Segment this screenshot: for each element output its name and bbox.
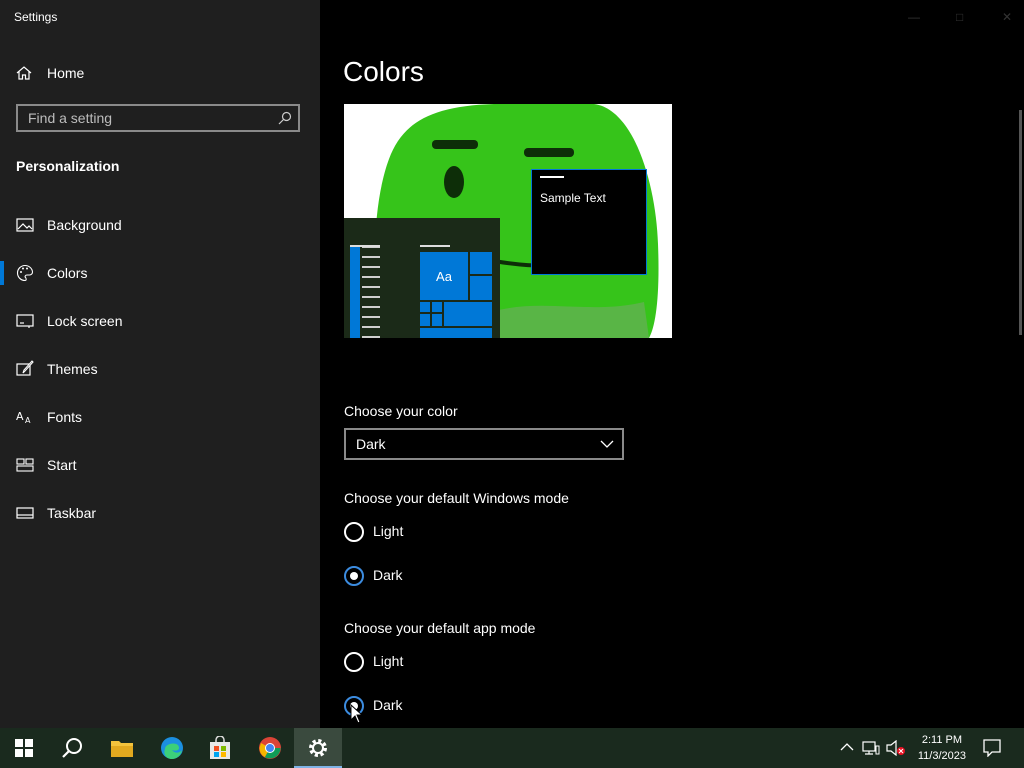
- preview-tile-text: Aa: [436, 268, 452, 284]
- color-preview: Aa Sample Text: [344, 104, 672, 338]
- chevron-down-icon: [600, 440, 614, 448]
- close-icon[interactable]: ✕: [1002, 10, 1012, 24]
- preview-tile: [420, 328, 492, 338]
- start-icon: [15, 739, 33, 757]
- main-content: — □ ✕ Colors Aa Sample Text Choose your …: [320, 0, 1024, 728]
- color-dropdown-value: Dark: [356, 436, 386, 452]
- preview-tile: [420, 314, 430, 326]
- preview-tile: [470, 276, 492, 300]
- preview-tile: [444, 302, 492, 326]
- sidebar-item-label: Start: [47, 457, 77, 473]
- preview-window-line: [540, 176, 564, 178]
- sidebar-item-colors[interactable]: Colors: [0, 255, 320, 291]
- radio-label: Dark: [373, 567, 403, 583]
- settings-window: Settings Home Personalization Background…: [0, 0, 1024, 728]
- volume-muted-icon[interactable]: [886, 740, 906, 756]
- start-button[interactable]: [0, 728, 48, 768]
- preview-sample-text: Sample Text: [540, 191, 606, 205]
- clock[interactable]: 2:11 PM 11/3/2023: [918, 732, 966, 764]
- sidebar-item-label: Taskbar: [47, 505, 97, 521]
- svg-text:A: A: [25, 416, 31, 425]
- color-dropdown[interactable]: Dark: [344, 428, 624, 460]
- sidebar-item-label: Lock screen: [47, 313, 123, 329]
- preview-tile: [420, 302, 430, 312]
- edge-icon: [161, 737, 183, 759]
- maximize-icon[interactable]: □: [956, 10, 963, 24]
- window-controls: — □ ✕: [874, 0, 1024, 32]
- home-nav[interactable]: Home: [16, 62, 84, 84]
- clock-date: 11/3/2023: [917, 750, 966, 762]
- radio-circle[interactable]: [344, 652, 364, 672]
- home-label: Home: [47, 65, 85, 81]
- sidebar-item-label: Themes: [47, 361, 98, 377]
- preview-tile: [470, 252, 492, 274]
- search-icon[interactable]: [278, 111, 292, 125]
- chrome-button[interactable]: [246, 728, 294, 768]
- chevron-up-icon[interactable]: [840, 740, 854, 754]
- preview-tile: [432, 314, 442, 326]
- sidebar-item-lock-screen[interactable]: Lock screen: [0, 303, 320, 339]
- lock-screen-icon: [16, 314, 34, 328]
- radio-label: Light: [373, 653, 404, 669]
- store-icon: [210, 736, 230, 759]
- section-title: Personalization: [16, 158, 120, 174]
- search-box[interactable]: [16, 104, 300, 132]
- palette-icon: [17, 264, 34, 282]
- search-input[interactable]: [28, 106, 268, 130]
- brush-icon: [16, 360, 34, 376]
- radio-label: Dark: [373, 697, 403, 713]
- sidebar-item-taskbar[interactable]: Taskbar: [0, 495, 320, 531]
- settings-button[interactable]: [294, 728, 342, 768]
- window-title: Settings: [14, 10, 58, 24]
- search-icon: [62, 738, 82, 758]
- mouse-cursor-icon: [350, 704, 364, 724]
- sidebar-item-label: Fonts: [47, 409, 83, 425]
- search-button[interactable]: [48, 728, 96, 768]
- scrollbar[interactable]: [1019, 110, 1022, 335]
- sidebar-item-background[interactable]: Background: [0, 207, 320, 243]
- sidebar-item-label: Colors: [47, 265, 88, 281]
- sidebar-item-label: Background: [47, 217, 122, 233]
- minimize-icon[interactable]: —: [908, 10, 920, 24]
- file-explorer-button[interactable]: [98, 728, 146, 768]
- sidebar-item-start[interactable]: Start: [0, 447, 320, 483]
- preview-tile: [432, 302, 442, 312]
- preview-large-tile: Aa: [420, 252, 468, 300]
- radio-label: Light: [373, 523, 404, 539]
- taskbar-icon: [16, 507, 34, 519]
- app-mode-label: Choose your default app mode: [344, 620, 536, 636]
- windows-mode-label: Choose your default Windows mode: [344, 490, 569, 506]
- preview-list-column: [350, 246, 360, 338]
- choose-color-label: Choose your color: [344, 403, 458, 419]
- chrome-icon: [259, 737, 281, 759]
- preview-header-line-1: [350, 245, 380, 247]
- clock-time: 2:11 PM: [921, 734, 963, 746]
- edge-button[interactable]: [148, 728, 196, 768]
- selection-indicator: [0, 261, 4, 285]
- home-icon: [16, 66, 32, 80]
- sidebar: Settings Home Personalization Background…: [0, 0, 320, 728]
- preview-header-line-2: [420, 245, 450, 247]
- radio-circle-selected[interactable]: [344, 566, 364, 586]
- store-button[interactable]: [196, 728, 244, 768]
- network-icon[interactable]: [862, 740, 880, 756]
- radio-circle[interactable]: [344, 522, 364, 542]
- preview-window: Sample Text: [531, 169, 647, 275]
- sidebar-item-themes[interactable]: Themes: [0, 351, 320, 387]
- image-icon: [16, 218, 34, 232]
- preview-list-lines: [362, 246, 380, 338]
- file-explorer-icon: [111, 741, 133, 757]
- taskbar: 2:11 PM 11/3/2023: [0, 728, 1024, 768]
- svg-text:A: A: [16, 410, 24, 423]
- sidebar-item-fonts[interactable]: AA Fonts: [0, 399, 320, 435]
- font-icon: AA: [16, 410, 31, 425]
- page-title: Colors: [343, 56, 424, 87]
- start-icon: [16, 458, 34, 472]
- notification-icon[interactable]: [983, 739, 1001, 757]
- settings-icon: [309, 739, 327, 757]
